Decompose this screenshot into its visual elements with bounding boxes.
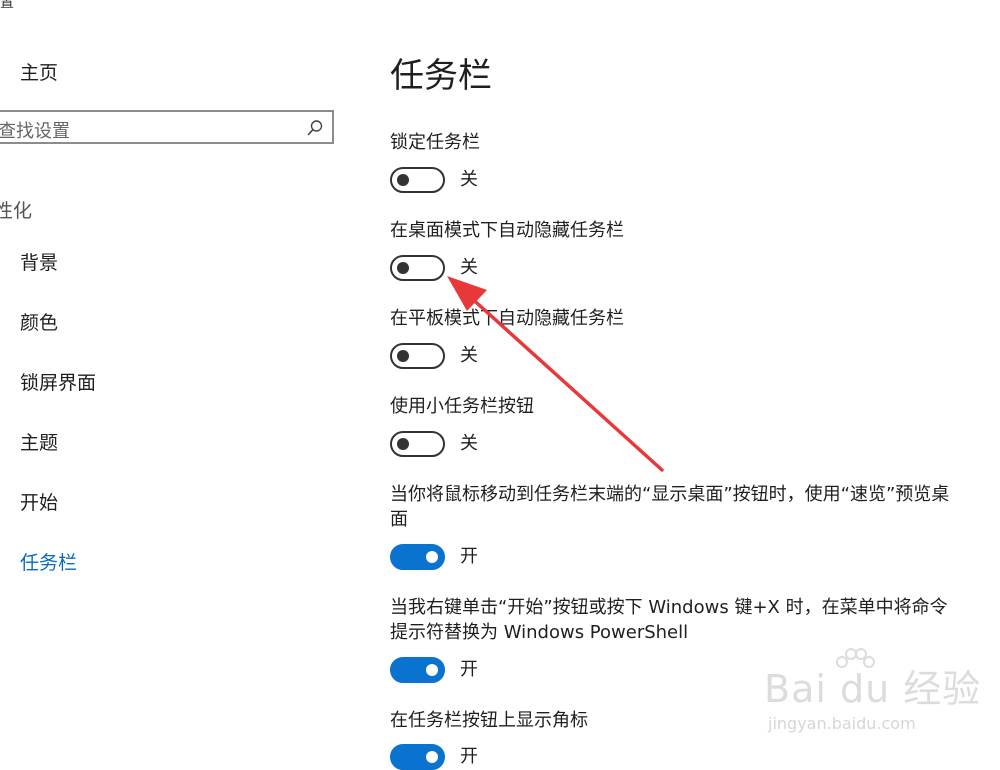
toggle-switch-peek[interactable] (390, 544, 445, 570)
sidebar-item-themes[interactable]: 主题 (20, 428, 58, 455)
toggle-switch-badges[interactable] (390, 744, 445, 770)
toggle-knob (397, 350, 409, 362)
toggle-knob (397, 262, 409, 274)
toggle-state-text: 关 (460, 169, 478, 190)
toggle-knob (426, 551, 438, 563)
sidebar-section-title: 性化 (0, 200, 33, 222)
sidebar-item-start[interactable]: 开始 (20, 488, 58, 515)
toggle-switch-autohide-tablet[interactable] (390, 343, 445, 369)
sidebar-item-background[interactable]: 背景 (20, 248, 58, 275)
sidebar-item-taskbar[interactable]: 任务栏 (20, 548, 77, 575)
sidebar-item-lock-screen[interactable]: 锁屏界面 (20, 368, 96, 395)
search-input-placeholder[interactable]: 查找设置 (0, 117, 70, 143)
setting-label-peek: 当你将鼠标移动到任务栏末端的“显示桌面”按钮时，使用“速览”预览桌面 (390, 484, 950, 530)
setting-label-autohide-tablet: 在平板模式下自动隐藏任务栏 (390, 308, 624, 329)
toggle-state-text: 关 (460, 257, 478, 278)
setting-label-lock-taskbar: 锁定任务栏 (390, 132, 480, 153)
toggle-state-text: 开 (460, 746, 478, 767)
toggle-state-text: 关 (460, 433, 478, 454)
toggle-switch-powershell[interactable] (390, 657, 445, 683)
toggle-switch-lock-taskbar[interactable] (390, 167, 445, 193)
setting-label-powershell: 当我右键单击“开始”按钮或按下 Windows 键+X 时，在菜单中将命令提示符… (390, 597, 948, 643)
toggle-knob (397, 438, 409, 450)
settings-search-box[interactable]: 查找设置 (0, 110, 334, 144)
page-title: 任务栏 (390, 56, 492, 96)
watermark-url: jingyan.baidu.com (768, 714, 916, 733)
toggle-knob (426, 664, 438, 676)
search-icon[interactable] (306, 119, 324, 137)
setting-label-autohide-desktop: 在桌面模式下自动隐藏任务栏 (390, 220, 624, 241)
sidebar-item-colors[interactable]: 颜色 (20, 308, 58, 335)
toggle-state-text: 开 (460, 546, 478, 567)
toggle-knob (426, 751, 438, 763)
setting-label-small-buttons: 使用小任务栏按钮 (390, 396, 534, 417)
toggle-switch-autohide-desktop[interactable] (390, 255, 445, 281)
toggle-state-text: 关 (460, 345, 478, 366)
toggle-knob (397, 174, 409, 186)
baidu-watermark: Bai du 经验 jingyan.baidu.com (760, 648, 980, 743)
toggle-state-text: 开 (460, 659, 478, 680)
watermark-brand: Bai du 经验 (764, 667, 982, 711)
toggle-switch-small-buttons[interactable] (390, 431, 445, 457)
window-corner-glyph: 置 (0, 0, 14, 11)
sidebar-home-link[interactable]: 主页 (20, 58, 58, 85)
